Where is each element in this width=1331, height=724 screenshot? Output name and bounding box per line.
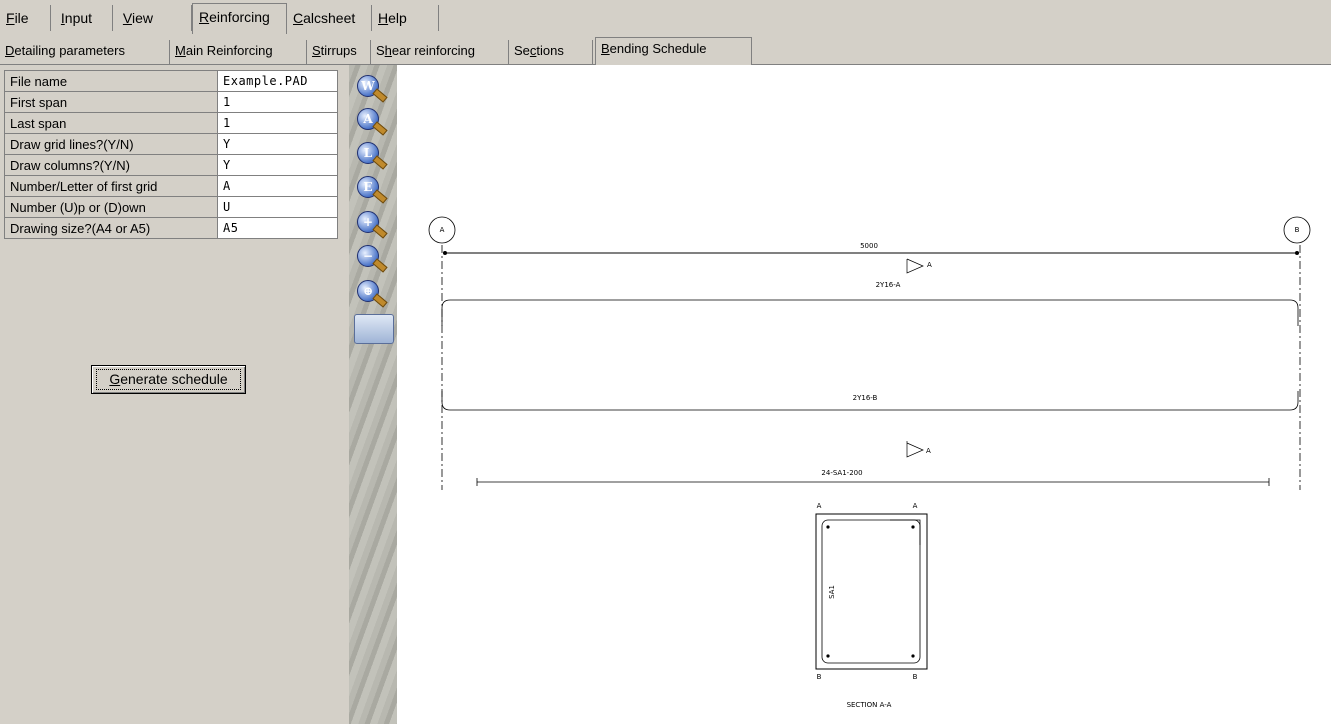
section-stirrup (821, 519, 921, 664)
generate-schedule-button[interactable]: Generate schedule (91, 365, 246, 394)
param-label: Number (U)p or (D)own (4, 196, 218, 218)
param-row-drawing-size: Drawing size?(A4 or A5) A5 (4, 217, 338, 239)
param-row-first-span: First span 1 (4, 91, 338, 113)
tab-detailing-parameters[interactable]: Detailing parameters (0, 40, 170, 64)
parameters-panel: File name Example.PAD First span 1 Last sp… (0, 65, 349, 724)
drawing-size-input[interactable]: A5 (217, 217, 338, 239)
section-corner-top-right: A (913, 502, 918, 510)
parameters-table: File name Example.PAD First span 1 Last sp… (4, 70, 338, 239)
param-row-columns: Draw columns?(Y/N) Y (4, 154, 338, 176)
pan-icon[interactable]: ⊕ (355, 279, 389, 309)
param-row-grid-lines: Draw grid lines?(Y/N) Y (4, 133, 338, 155)
draw-grid-lines-input[interactable]: Y (217, 133, 338, 155)
section-corner-bottom-left: B (817, 673, 822, 681)
menu-help[interactable]: Help (372, 5, 439, 31)
menu-reinforcing[interactable]: Reinforcing (192, 3, 287, 34)
first-grid-input[interactable]: A (217, 175, 338, 197)
first-span-input[interactable]: 1 (217, 91, 338, 113)
top-bar-right-hook (450, 299, 1299, 326)
file-name-input[interactable]: Example.PAD (217, 70, 338, 92)
section-marker-bottom: A (926, 447, 931, 455)
zoom-in-icon[interactable]: + (355, 210, 389, 240)
numbering-direction-input[interactable]: U (217, 196, 338, 218)
tab-shear-reinforcing[interactable]: Shear reinforcing (371, 40, 509, 64)
stirrup-spacing-label: 24-SA1-200 (821, 469, 862, 477)
bending-schedule-drawing: A B 5000 A 2Y16-A 2Y16-B A 24-SA1-200 A … (428, 216, 1311, 709)
section-flag-bottom (906, 441, 924, 458)
menu-file[interactable]: File (0, 5, 51, 31)
rebar-bottom-left (826, 654, 830, 658)
last-span-input[interactable]: 1 (217, 112, 338, 134)
section-title: SECTION A-A (847, 701, 892, 709)
rebar-top-right (911, 525, 915, 529)
tab-stirrups[interactable]: Stirrups (307, 40, 371, 64)
menu-calcsheet[interactable]: Calcsheet (287, 5, 372, 31)
zoom-extents-icon[interactable]: E (355, 175, 389, 205)
param-label: Drawing size?(A4 or A5) (4, 217, 218, 239)
grid-label-right: B (1295, 226, 1300, 234)
print-icon[interactable] (354, 314, 394, 344)
reinforcing-tabs: Detailing parameters Main Reinforcing St… (0, 34, 1331, 65)
section-corner-bottom-right: B (913, 673, 918, 681)
top-bar-left-hook (441, 299, 451, 326)
param-label: Number/Letter of first grid (4, 175, 218, 197)
tab-main-reinforcing[interactable]: Main Reinforcing (170, 40, 307, 64)
zoom-window-icon[interactable]: W (355, 74, 389, 104)
section-flag-top (906, 258, 924, 274)
bottom-bar-label: 2Y16-B (853, 394, 878, 402)
rebar-top-left (826, 525, 830, 529)
param-row-last-span: Last span 1 (4, 112, 338, 134)
param-row-numbering: Number (U)p or (D)own U (4, 196, 338, 218)
stirrup-hook (890, 519, 921, 545)
zoom-out-icon[interactable]: − (355, 244, 389, 274)
stirrup-mark-label: SA1 (828, 585, 836, 599)
grid-label-left: A (440, 226, 445, 234)
param-row-first-grid: Number/Letter of first grid A (4, 175, 338, 197)
menu-input[interactable]: Input (51, 5, 113, 31)
rebar-bottom-right (911, 654, 915, 658)
dim-tick-left (443, 251, 447, 255)
param-label: Draw grid lines?(Y/N) (4, 133, 218, 155)
tab-bending-schedule[interactable]: Bending Schedule (595, 37, 752, 65)
zoom-all-icon[interactable]: A (355, 107, 389, 137)
drawing-canvas: A B 5000 A 2Y16-A 2Y16-B A 24-SA1-200 A … (397, 65, 1331, 724)
span-length-label: 5000 (860, 242, 878, 250)
param-label: Last span (4, 112, 218, 134)
menu-view[interactable]: View (113, 5, 192, 31)
tab-sections[interactable]: Sections (509, 40, 593, 64)
param-row-file-name: File name Example.PAD (4, 70, 338, 92)
section-marker-top: A (927, 261, 932, 269)
param-label: File name (4, 70, 218, 92)
section-corner-top-left: A (817, 502, 822, 510)
menu-bar: File Input View Reinforcing Calcsheet He… (0, 0, 1331, 35)
dim-tick-right (1295, 251, 1299, 255)
top-bar-label: 2Y16-A (876, 281, 901, 289)
draw-columns-input[interactable]: Y (217, 154, 338, 176)
param-label: Draw columns?(Y/N) (4, 154, 218, 176)
zoom-limits-icon[interactable]: L (355, 141, 389, 171)
param-label: First span (4, 91, 218, 113)
zoom-toolbar: W A L E + − ⊕ (349, 65, 397, 724)
